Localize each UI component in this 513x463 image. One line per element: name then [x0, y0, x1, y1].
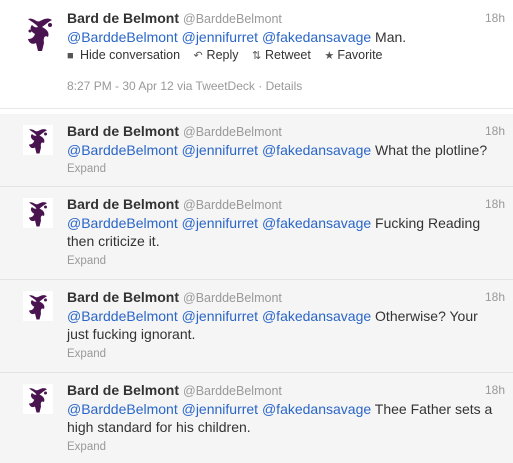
hide-conversation-button[interactable]: ■ Hide conversation	[67, 47, 180, 64]
retweet-arrows-icon: ⇅	[252, 50, 262, 62]
tweet-time[interactable]: 18h	[485, 122, 505, 140]
fullname[interactable]: Bard de Belmont	[67, 289, 179, 305]
mention-link[interactable]: @jennifurret	[182, 308, 258, 324]
mention-link[interactable]: @BarddeBelmont	[67, 401, 178, 417]
mention-link[interactable]: @jennifurret	[182, 401, 258, 417]
expand-link[interactable]: Expand	[67, 440, 106, 454]
main-tweet[interactable]: Bard de Belmont @BarddeBelmont 18h @Bardd…	[0, 0, 513, 109]
tweet-body: Fucking Reading	[375, 215, 481, 231]
tweet-time[interactable]: 18h	[485, 288, 505, 306]
expand-link[interactable]: Expand	[67, 254, 106, 268]
tweet-time[interactable]: 18h	[485, 9, 505, 27]
tweet-actions: ■ Hide conversation ↶ Reply ⇅ Retweet ★ Favo…	[67, 47, 393, 64]
retweet-button[interactable]: ⇅ Retweet	[252, 47, 311, 64]
avatar[interactable]	[23, 291, 53, 321]
mention-link[interactable]: @fakedansavage	[262, 215, 371, 231]
username[interactable]: @BarddeBelmont	[183, 198, 282, 212]
reply-arrow-icon: ↶	[193, 50, 203, 62]
avatar[interactable]	[23, 384, 53, 414]
hide-conversation-label: Hide conversation	[80, 48, 181, 62]
tweet-text: @BarddeBelmont @jennifurret @fakedansava…	[67, 400, 507, 436]
purple-flourish-avatar-icon	[29, 202, 47, 227]
meta-separator: ·	[258, 79, 263, 93]
mention-link[interactable]: @BarddeBelmont	[67, 215, 178, 231]
tweet-header: Bard de Belmont @BarddeBelmont	[67, 288, 282, 306]
mention-link[interactable]: @jennifurret	[182, 215, 258, 231]
mention-link[interactable]: @fakedansavage	[262, 142, 371, 158]
tweet-body: Thee Father sets a	[374, 401, 493, 417]
details-link[interactable]: Details	[266, 79, 303, 93]
reply-tweet[interactable]: Bard de Belmont @BarddeBelmont 18h @Bardd…	[0, 280, 513, 373]
avatar[interactable]	[23, 125, 53, 155]
purple-flourish-avatar-icon	[29, 295, 47, 320]
fullname[interactable]: Bard de Belmont	[67, 10, 179, 26]
tweet-body-line2: just fucking ignorant.	[67, 326, 196, 342]
reply-button[interactable]: ↶ Reply	[194, 47, 239, 64]
tweet-text: @BarddeBelmont @jennifurret @fakedansava…	[67, 28, 507, 46]
mention-link[interactable]: @fakedansavage	[262, 401, 371, 417]
tweet-header: Bard de Belmont @BarddeBelmont	[67, 381, 282, 399]
mention-link[interactable]: @jennifurret	[182, 29, 258, 45]
tweet-body-line2: then criticize it.	[67, 233, 160, 249]
tweet-text: @BarddeBelmont @jennifurret @fakedansava…	[67, 141, 507, 159]
username[interactable]: @BarddeBelmont	[183, 291, 282, 305]
reply-tweet[interactable]: Bard de Belmont @BarddeBelmont 18h @Bardd…	[0, 187, 513, 280]
expand-link[interactable]: Expand	[67, 162, 106, 176]
reply-tweet[interactable]: Bard de Belmont @BarddeBelmont 18h @Bardd…	[0, 373, 513, 463]
timestamp-link[interactable]: 8:27 PM - 30 Apr 12 via TweetDeck	[67, 79, 255, 93]
avatar[interactable]	[23, 198, 53, 228]
retweet-label: Retweet	[265, 48, 311, 62]
favorite-label: Favorite	[337, 48, 383, 62]
mention-link[interactable]: @jennifurret	[182, 142, 258, 158]
tweet-time[interactable]: 18h	[485, 195, 505, 213]
mention-link[interactable]: @fakedansavage	[262, 29, 371, 45]
favorite-button[interactable]: ★ Favorite	[324, 47, 382, 64]
speech-bubble-icon: ■	[67, 50, 74, 62]
username[interactable]: @BarddeBelmont	[183, 12, 282, 26]
tweet-body-line2: high standard for his children.	[67, 419, 251, 435]
fullname[interactable]: Bard de Belmont	[67, 196, 179, 212]
purple-flourish-avatar-icon	[29, 129, 47, 154]
tweet-time[interactable]: 18h	[485, 381, 505, 399]
mention-link[interactable]: @BarddeBelmont	[67, 142, 178, 158]
username[interactable]: @BarddeBelmont	[183, 125, 282, 139]
reply-label: Reply	[206, 48, 239, 62]
tweet-body: Man.	[375, 29, 407, 45]
tweet-text: @BarddeBelmont @jennifurret @fakedansava…	[67, 307, 507, 343]
fullname[interactable]: Bard de Belmont	[67, 123, 179, 139]
reply-tweet[interactable]: Bard de Belmont @BarddeBelmont 18h @Bardd…	[0, 114, 513, 187]
purple-flourish-avatar-icon	[29, 388, 47, 413]
username[interactable]: @BarddeBelmont	[183, 384, 282, 398]
mention-link[interactable]: @BarddeBelmont	[67, 29, 178, 45]
tweet-text: @BarddeBelmont @jennifurret @fakedansava…	[67, 214, 507, 250]
tweet-header: Bard de Belmont @BarddeBelmont	[67, 9, 282, 27]
tweet-body: Otherwise? Your	[375, 308, 478, 324]
mention-link[interactable]: @BarddeBelmont	[67, 308, 178, 324]
mention-link[interactable]: @fakedansavage	[262, 308, 371, 324]
fullname[interactable]: Bard de Belmont	[67, 382, 179, 398]
expand-link[interactable]: Expand	[67, 347, 106, 361]
tweet-header: Bard de Belmont @BarddeBelmont	[67, 122, 282, 140]
tweet-body: What the plotline?	[375, 142, 488, 158]
tweet-header: Bard de Belmont @BarddeBelmont	[67, 195, 282, 213]
avatar[interactable]	[20, 13, 60, 53]
star-icon: ★	[324, 50, 335, 62]
purple-flourish-avatar-icon	[28, 18, 52, 51]
tweet-meta: 8:27 PM - 30 Apr 12 via TweetDeck · Deta…	[67, 79, 302, 93]
